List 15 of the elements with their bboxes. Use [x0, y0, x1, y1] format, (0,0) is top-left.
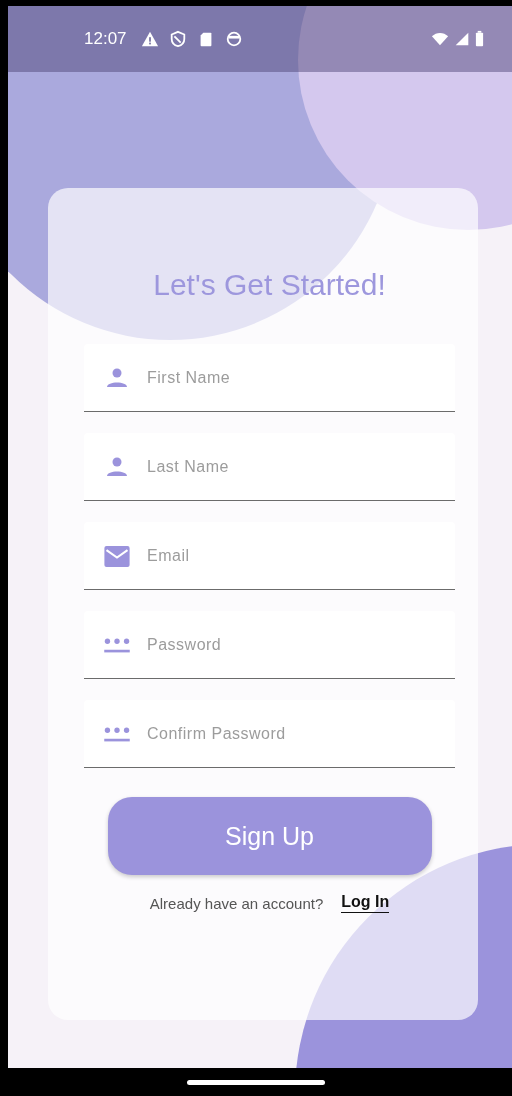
wifi-icon — [431, 30, 449, 48]
login-prompt: Already have an account? — [149, 894, 324, 912]
battery-icon — [475, 30, 484, 48]
home-indicator[interactable] — [187, 1079, 325, 1085]
input-field[interactable]: Confirm Password — [84, 700, 455, 768]
input-field[interactable]: Email — [84, 522, 455, 590]
shield-icon — [168, 30, 187, 48]
status-time: 12:07 — [84, 29, 127, 49]
input-field[interactable]: First Name — [84, 344, 455, 412]
page-title: Let's Get Started! — [153, 268, 386, 302]
input-field[interactable]: Password — [84, 611, 455, 679]
warning-icon — [140, 30, 159, 48]
signal-icon — [453, 30, 471, 48]
input-field[interactable]: Last Name — [84, 433, 455, 501]
log-in-link[interactable]: Log In — [341, 893, 390, 913]
